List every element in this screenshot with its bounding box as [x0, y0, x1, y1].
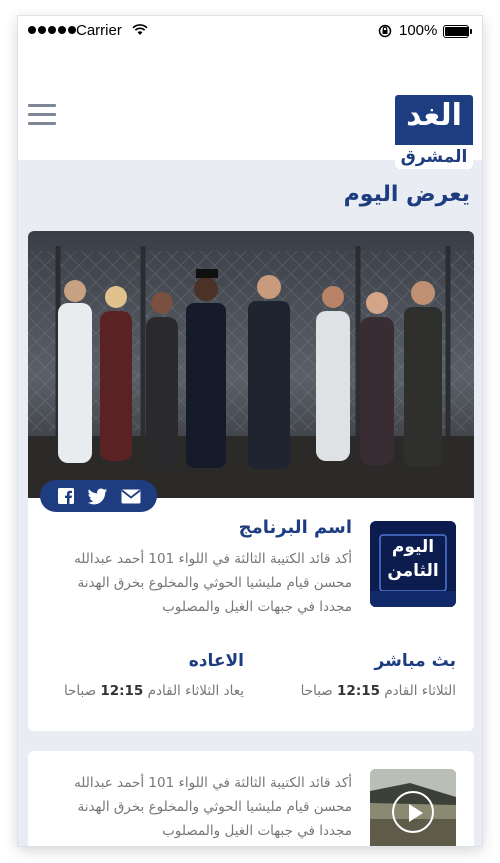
program-description: أكد قائد الكتيبة الثالثة في اللواء 101 أ…: [74, 775, 352, 839]
signal-strength-icon: [28, 26, 76, 34]
rerun-label: الاعاده: [188, 651, 244, 671]
twitter-icon: [88, 488, 108, 504]
battery-level: [445, 27, 469, 36]
brand-logo[interactable]: الغد المشرق: [395, 95, 473, 169]
mail-icon: [121, 489, 141, 503]
carrier-label: Carrier: [76, 22, 122, 39]
battery-percent: 100%: [399, 22, 438, 39]
program-thumbnail-title: اليوم الثامن: [387, 537, 439, 581]
logo-main-text: الغد: [406, 98, 462, 133]
battery-icon: [443, 25, 472, 38]
twitter-share-button[interactable]: [87, 486, 109, 506]
logo-sub-text: المشرق: [395, 145, 473, 169]
share-bar: [40, 480, 157, 512]
video-thumbnail[interactable]: [370, 769, 456, 846]
program-description: أكد قائد الكتيبة الثالثة في اللواء 101 أ…: [74, 551, 352, 615]
app-header: الغد المشرق: [18, 46, 482, 169]
live-broadcast-time: الثلاثاء القادم 12:15 صباحا: [300, 683, 456, 699]
wifi-icon: [132, 24, 148, 35]
email-share-button[interactable]: [120, 486, 142, 506]
live-broadcast-label: بث مباشر: [374, 651, 456, 671]
rotation-lock-icon: [378, 24, 392, 38]
facebook-icon: [58, 488, 75, 504]
program-name[interactable]: اسم البرنامج: [239, 517, 352, 538]
menu-button[interactable]: [28, 104, 56, 126]
menu-icon: [28, 104, 56, 107]
facebook-share-button[interactable]: [55, 486, 77, 506]
hero-image: [28, 231, 474, 498]
program-card[interactable]: أكد قائد الكتيبة الثالثة في اللواء 101 أ…: [28, 751, 474, 846]
play-button[interactable]: [392, 791, 434, 833]
app-screen: Carrier 100% الغد المشرق يعرض اليوم اسم …: [18, 16, 482, 846]
section-title: يعرض اليوم: [343, 182, 470, 207]
program-thumbnail[interactable]: اليوم الثامن: [370, 521, 456, 607]
rerun-time: يعاد الثلاثاء القادم 12:15 صباحا: [63, 683, 244, 699]
featured-program-card[interactable]: اسم البرنامج أكد قائد الكتيبة الثالثة في…: [28, 231, 474, 731]
status-bar: Carrier 100%: [18, 16, 482, 46]
